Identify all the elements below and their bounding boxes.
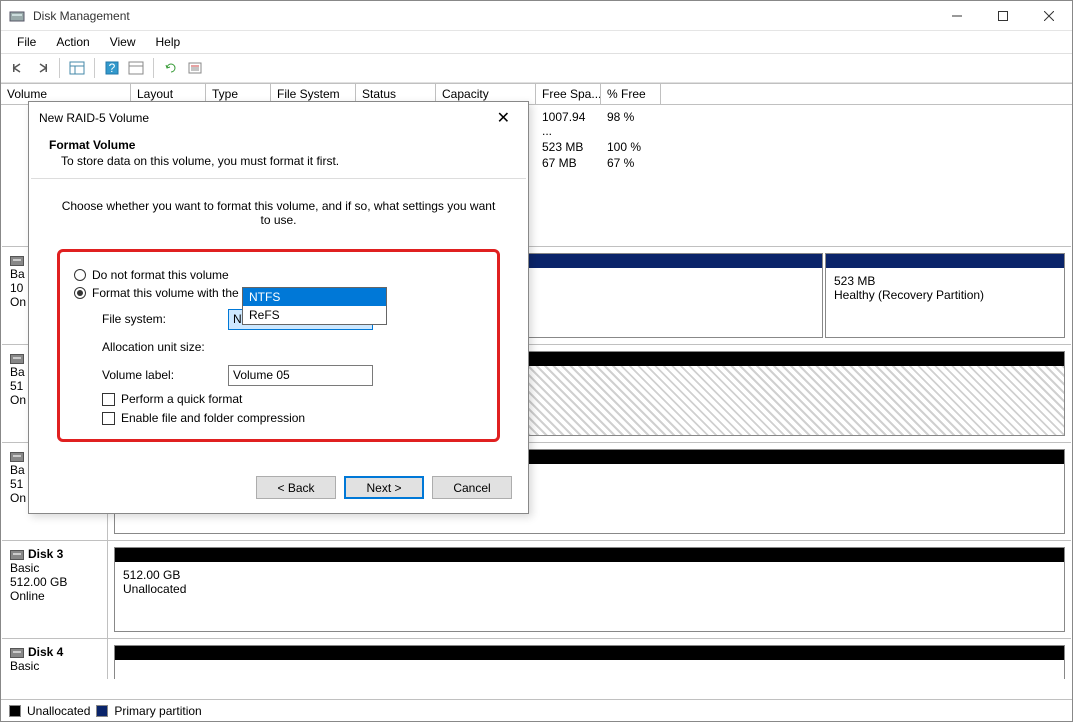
next-button[interactable]: Next > bbox=[344, 476, 424, 499]
refresh-icon[interactable] bbox=[160, 57, 182, 79]
menu-file[interactable]: File bbox=[7, 33, 46, 51]
partition-size: 512.00 GB bbox=[123, 568, 1056, 582]
dialog-heading: Format Volume bbox=[49, 138, 508, 152]
radio-do-not-format-label: Do not format this volume bbox=[92, 268, 229, 282]
compression-checkbox[interactable] bbox=[102, 412, 115, 425]
help-icon[interactable]: ? bbox=[101, 57, 123, 79]
disk-size: 512.00 GB bbox=[10, 575, 99, 589]
legend-unallocated: Unallocated bbox=[27, 704, 90, 718]
allocation-unit-label: Allocation unit size: bbox=[102, 340, 228, 354]
cancel-button[interactable]: Cancel bbox=[432, 476, 512, 499]
toolbar: ? bbox=[1, 53, 1072, 83]
file-system-dropdown: NTFS ReFS bbox=[242, 287, 387, 325]
disk-icon bbox=[10, 452, 24, 462]
forward-icon[interactable] bbox=[31, 57, 53, 79]
disk-icon bbox=[10, 256, 24, 266]
file-system-label: File system: bbox=[102, 312, 228, 326]
highlighted-options-group: Do not format this volume Format this vo… bbox=[57, 249, 500, 442]
dialog-prompt: Choose whether you want to format this v… bbox=[57, 199, 500, 227]
col-pct-free[interactable]: % Free bbox=[601, 84, 661, 104]
settings-icon[interactable] bbox=[125, 57, 147, 79]
dialog-close-button[interactable]: ✕ bbox=[489, 104, 518, 132]
menu-view[interactable]: View bbox=[100, 33, 146, 51]
partition-status: Healthy (Recovery Partition) bbox=[834, 288, 1056, 302]
col-free-space[interactable]: Free Spa... bbox=[536, 84, 601, 104]
dialog-title: New RAID-5 Volume bbox=[39, 111, 149, 125]
close-button[interactable] bbox=[1026, 1, 1072, 31]
partition[interactable] bbox=[114, 645, 1065, 679]
back-button[interactable]: < Back bbox=[256, 476, 336, 499]
menu-help[interactable]: Help bbox=[146, 33, 191, 51]
menu-bar: File Action View Help bbox=[1, 31, 1072, 53]
table-row[interactable]: 523 MB100 % bbox=[536, 139, 647, 155]
menu-action[interactable]: Action bbox=[46, 33, 99, 51]
disk-type: Basic bbox=[10, 561, 99, 575]
disk-name: Disk 3 bbox=[28, 547, 63, 561]
compression-label: Enable file and folder compression bbox=[121, 411, 305, 425]
disk-row: Disk 4 Basic bbox=[2, 639, 1071, 679]
list-icon[interactable] bbox=[184, 57, 206, 79]
volume-label-input[interactable]: Volume 05 bbox=[228, 365, 373, 386]
disk-icon bbox=[10, 550, 24, 560]
radio-do-not-format[interactable] bbox=[74, 269, 86, 281]
svg-text:?: ? bbox=[109, 61, 116, 75]
partition-stripe bbox=[115, 646, 1064, 660]
view-icon[interactable] bbox=[66, 57, 88, 79]
volume-label-label: Volume label: bbox=[102, 368, 228, 382]
partition-stripe bbox=[115, 548, 1064, 562]
partition-stripe bbox=[826, 254, 1064, 268]
partition[interactable]: 512.00 GB Unallocated bbox=[114, 547, 1065, 632]
minimize-button[interactable] bbox=[934, 1, 980, 31]
maximize-button[interactable] bbox=[980, 1, 1026, 31]
disk-icon bbox=[10, 354, 24, 364]
partition-size: 523 MB bbox=[834, 274, 1056, 288]
quick-format-checkbox[interactable] bbox=[102, 393, 115, 406]
title-bar: Disk Management bbox=[1, 1, 1072, 31]
dropdown-option-refs[interactable]: ReFS bbox=[243, 306, 386, 324]
dropdown-option-ntfs[interactable]: NTFS bbox=[243, 288, 386, 306]
dialog-subheading: To store data on this volume, you must f… bbox=[61, 154, 508, 168]
partition[interactable]: 523 MB Healthy (Recovery Partition) bbox=[825, 253, 1065, 338]
legend: Unallocated Primary partition bbox=[1, 699, 1072, 721]
disk-icon bbox=[10, 648, 24, 658]
new-raid5-volume-dialog: New RAID-5 Volume ✕ Format Volume To sto… bbox=[28, 101, 529, 514]
table-row[interactable]: 1007.94 ...98 % bbox=[536, 109, 647, 139]
window-title: Disk Management bbox=[33, 9, 130, 23]
table-row[interactable]: 67 MB67 % bbox=[536, 155, 647, 171]
legend-primary: Primary partition bbox=[114, 704, 201, 718]
legend-swatch-unallocated bbox=[9, 705, 21, 717]
legend-swatch-primary bbox=[96, 705, 108, 717]
back-icon[interactable] bbox=[7, 57, 29, 79]
disk-status: Online bbox=[10, 589, 99, 603]
disk-name: Disk 4 bbox=[28, 645, 63, 659]
app-icon bbox=[9, 8, 25, 24]
volume-list-rows: 1007.94 ...98 % 523 MB100 % 67 MB67 % bbox=[536, 109, 647, 171]
radio-format-with-settings[interactable] bbox=[74, 287, 86, 299]
partition-status: Unallocated bbox=[123, 582, 1056, 596]
disk-row: Disk 3 Basic 512.00 GB Online 512.00 GB … bbox=[2, 541, 1071, 639]
quick-format-label: Perform a quick format bbox=[121, 392, 242, 406]
disk-type: Basic bbox=[10, 659, 99, 673]
